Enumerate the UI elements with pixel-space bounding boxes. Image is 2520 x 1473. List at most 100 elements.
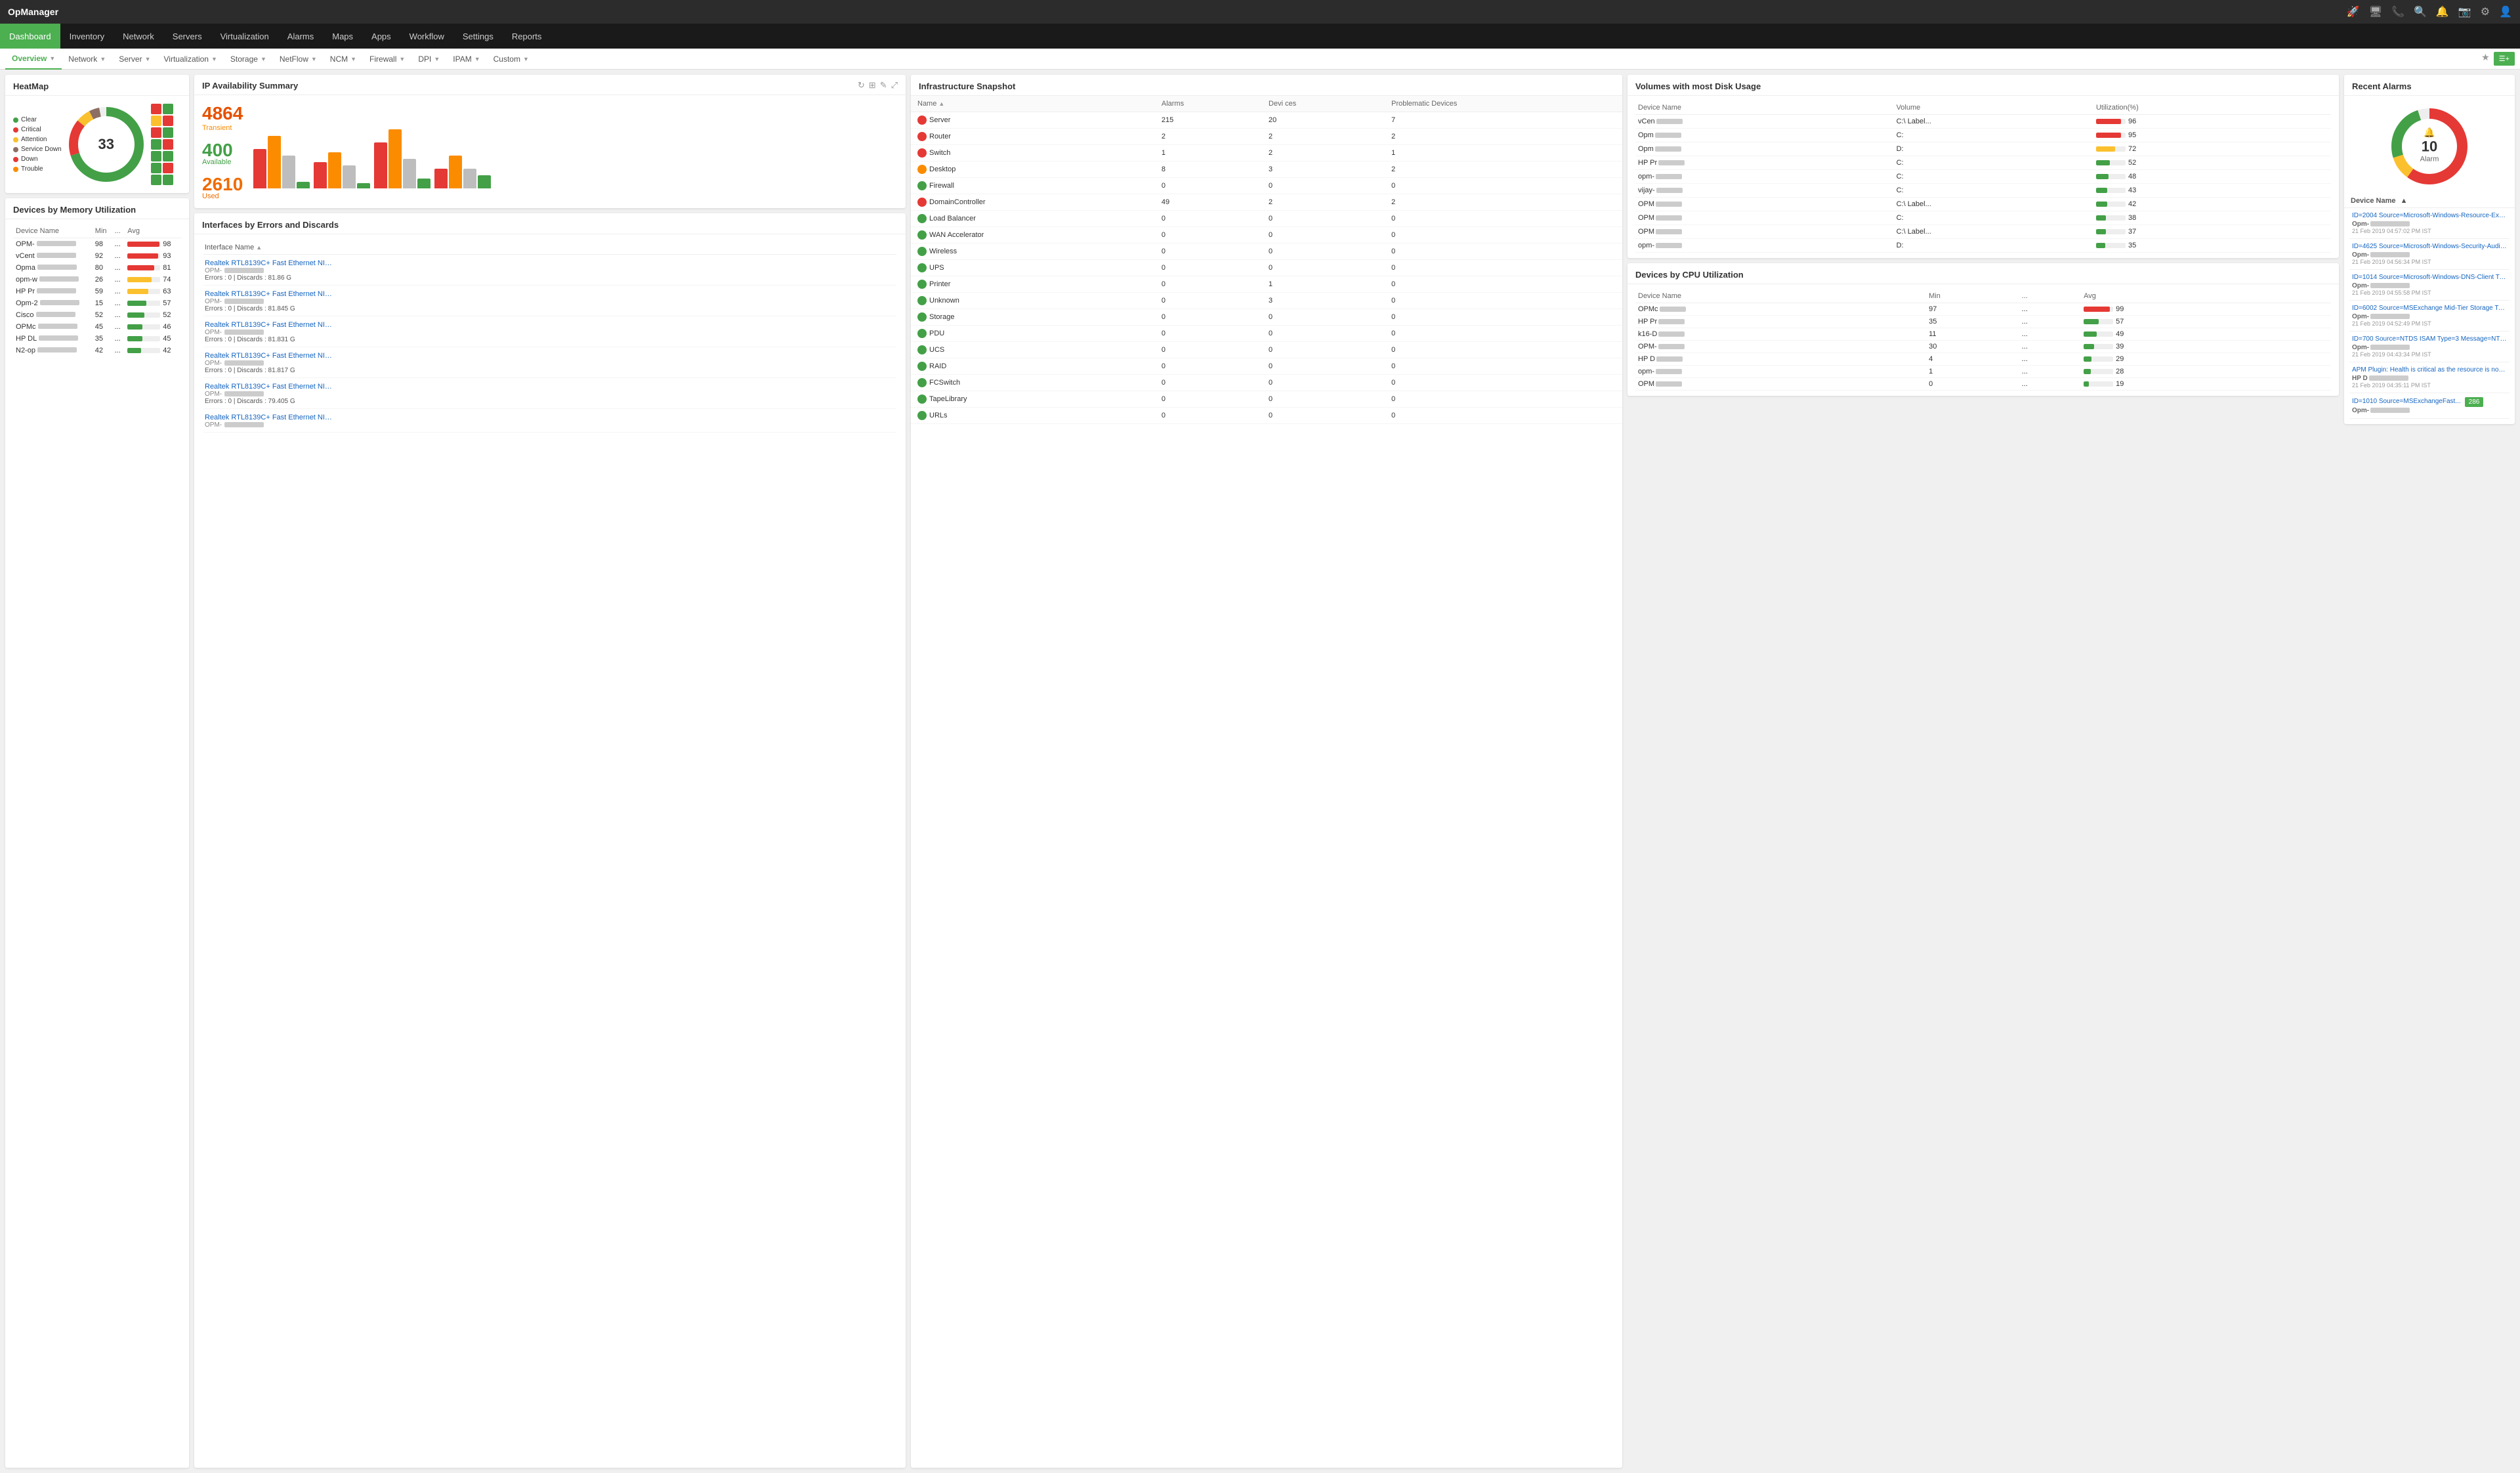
alarm-title[interactable]: ID=4625 Source=Microsoft-Windows-Securit…: [2352, 243, 2507, 250]
rocket-icon[interactable]: 🚀: [2347, 5, 2360, 18]
user-icon[interactable]: 👤: [2499, 5, 2512, 18]
subnav-netflow[interactable]: NetFlow ▼: [273, 49, 324, 70]
memory-table-row[interactable]: Opma 80 ... 81: [13, 262, 181, 274]
search-icon[interactable]: 🔍: [2414, 5, 2427, 18]
memory-table-row[interactable]: OPM- 98 ... 98: [13, 238, 181, 251]
settings-icon[interactable]: ⚙: [2481, 5, 2490, 18]
heatmap-cell[interactable]: [151, 175, 161, 185]
subnav-dpi[interactable]: DPI ▼: [411, 49, 446, 70]
memory-table-row[interactable]: vCent 92 ... 93: [13, 250, 181, 262]
alarm-title[interactable]: ID=1014 Source=Microsoft-Windows-DNS-Cli…: [2352, 274, 2507, 281]
cpu-table-row[interactable]: HP Pr 35 ... 57: [1635, 316, 2331, 328]
volumes-table-row[interactable]: vijay- C: 43: [1635, 184, 2331, 198]
subnav-overview[interactable]: Overview ▼: [5, 49, 62, 70]
cpu-table-row[interactable]: k16-D 11 ... 49: [1635, 328, 2331, 341]
memory-table-row[interactable]: Opm-2 15 ... 57: [13, 297, 181, 309]
infrastructure-table-row[interactable]: Storage 0 0 0: [911, 309, 1622, 326]
nav-workflow[interactable]: Workflow: [400, 24, 453, 49]
nav-inventory[interactable]: Inventory: [60, 24, 114, 49]
interface-name[interactable]: Realtek RTL8139C+ Fast Ethernet NIC #3-E…: [205, 383, 336, 391]
nav-virtualization[interactable]: Virtualization: [211, 24, 278, 49]
subnav-storage[interactable]: Storage ▼: [224, 49, 273, 70]
infrastructure-table-row[interactable]: Switch 1 2 1: [911, 145, 1622, 161]
alarm-title[interactable]: ID=2004 Source=Microsoft-Windows-Resourc…: [2352, 212, 2507, 219]
add-widget-button[interactable]: ☰+: [2494, 52, 2515, 66]
nav-maps[interactable]: Maps: [323, 24, 362, 49]
subnav-ncm[interactable]: NCM ▼: [324, 49, 363, 70]
interface-table-row[interactable]: Realtek RTL8139C+ Fast Ethernet NIC #3-W…: [203, 318, 896, 347]
infrastructure-table-row[interactable]: TapeLibrary 0 0 0: [911, 391, 1622, 408]
cpu-table-row[interactable]: OPM 0 ... 19: [1635, 378, 2331, 391]
infrastructure-table-row[interactable]: Wireless 0 0 0: [911, 244, 1622, 260]
infrastructure-table-row[interactable]: RAID 0 0 0: [911, 358, 1622, 375]
nav-dashboard[interactable]: Dashboard: [0, 24, 60, 49]
cpu-table-row[interactable]: OPM- 30 ... 39: [1635, 341, 2331, 353]
nav-alarms[interactable]: Alarms: [278, 24, 323, 49]
heatmap-cell[interactable]: [163, 163, 173, 173]
interface-table-row[interactable]: Realtek RTL8139C+ Fast Ethernet NIC #3-N…: [203, 256, 896, 286]
subnav-server[interactable]: Server ▼: [112, 49, 157, 70]
cpu-table-row[interactable]: OPMc 97 ... 99: [1635, 303, 2331, 316]
infrastructure-table-row[interactable]: Server 215 20 7: [911, 112, 1622, 129]
alarm-item[interactable]: ID=1010 Source=MSExchangeFast... 286 Opm…: [2349, 393, 2510, 419]
interface-name[interactable]: Realtek RTL8139C+ Fast Ethernet NIC #3-N…: [205, 259, 336, 267]
nav-servers[interactable]: Servers: [163, 24, 211, 49]
volumes-table-row[interactable]: Opm C: 95: [1635, 129, 2331, 142]
bell-icon[interactable]: 🔔: [2436, 5, 2449, 18]
subnav-firewall[interactable]: Firewall ▼: [363, 49, 411, 70]
volumes-table-row[interactable]: Opm D: 72: [1635, 142, 2331, 156]
heatmap-cell[interactable]: [151, 151, 161, 161]
heatmap-cell[interactable]: [163, 139, 173, 150]
heatmap-cell[interactable]: [163, 127, 173, 138]
infrastructure-table-row[interactable]: UCS 0 0 0: [911, 342, 1622, 358]
interface-table-row[interactable]: Realtek RTL8139C+ Fast Ethernet NIC #4-E…: [203, 410, 896, 433]
heatmap-cell[interactable]: [151, 163, 161, 173]
infrastructure-table-row[interactable]: WAN Accelerator 0 0 0: [911, 227, 1622, 244]
nav-reports[interactable]: Reports: [503, 24, 551, 49]
interface-name[interactable]: Realtek RTL8139C+ Fast Ethernet NIC #3-W…: [205, 352, 336, 360]
interface-table-row[interactable]: Realtek RTL8139C+ Fast Ethernet NIC #3-W…: [203, 349, 896, 378]
heatmap-cell[interactable]: [163, 175, 173, 185]
alarm-item[interactable]: APM Plugin: Health is critical as the re…: [2349, 362, 2510, 393]
cpu-table-row[interactable]: HP D 4 ... 29: [1635, 353, 2331, 366]
memory-table-row[interactable]: Cisco 52 ... 52: [13, 309, 181, 321]
subnav-network[interactable]: Network ▼: [62, 49, 112, 70]
alarm-title[interactable]: ID=700 Source=NTDS ISAM Type=3 Message=N…: [2352, 335, 2507, 343]
edit-icon[interactable]: ✎: [880, 80, 887, 91]
infrastructure-table-row[interactable]: Desktop 8 3 2: [911, 161, 1622, 178]
favorite-icon[interactable]: ★: [2481, 52, 2490, 66]
heatmap-cell[interactable]: [163, 151, 173, 161]
infrastructure-table-row[interactable]: DomainController 49 2 2: [911, 194, 1622, 211]
subnav-ipam[interactable]: IPAM ▼: [446, 49, 486, 70]
monitor-icon[interactable]: 🖥: [2369, 5, 2382, 18]
heatmap-cell[interactable]: [151, 104, 161, 114]
alarm-title[interactable]: APM Plugin: Health is critical as the re…: [2352, 366, 2507, 374]
alarm-item[interactable]: ID=4625 Source=Microsoft-Windows-Securit…: [2349, 239, 2510, 270]
infrastructure-table-row[interactable]: PDU 0 0 0: [911, 326, 1622, 342]
interface-table-row[interactable]: Realtek RTL8139C+ Fast Ethernet NIC #3-N…: [203, 287, 896, 316]
alarm-title[interactable]: ID=1010 Source=MSExchangeFast...: [2352, 398, 2461, 405]
subnav-custom[interactable]: Custom ▼: [487, 49, 536, 70]
refresh-icon[interactable]: ↻: [858, 80, 865, 91]
volumes-table-row[interactable]: HP Pr C: 52: [1635, 156, 2331, 170]
heatmap-cell[interactable]: [151, 127, 161, 138]
alarm-title[interactable]: ID=6002 Source=MSExchange Mid-Tier Stora…: [2352, 305, 2507, 312]
interface-table-row[interactable]: Realtek RTL8139C+ Fast Ethernet NIC #3-E…: [203, 379, 896, 409]
infrastructure-table-row[interactable]: Printer 0 1 0: [911, 276, 1622, 293]
memory-table-row[interactable]: OPMc 45 ... 46: [13, 321, 181, 333]
volumes-table-row[interactable]: OPM C: 38: [1635, 211, 2331, 225]
interface-name[interactable]: Realtek RTL8139C+ Fast Ethernet NIC #3-W…: [205, 321, 336, 329]
nav-network[interactable]: Network: [114, 24, 163, 49]
alarm-item[interactable]: ID=2004 Source=Microsoft-Windows-Resourc…: [2349, 208, 2510, 239]
infrastructure-table-row[interactable]: Router 2 2 2: [911, 129, 1622, 145]
volumes-table-row[interactable]: vCen C:\ Label... 96: [1635, 115, 2331, 129]
heatmap-cell[interactable]: [163, 116, 173, 126]
camera-icon[interactable]: 📷: [2458, 5, 2471, 18]
alarm-item[interactable]: ID=1014 Source=Microsoft-Windows-DNS-Cli…: [2349, 270, 2510, 301]
alarm-item[interactable]: ID=700 Source=NTDS ISAM Type=3 Message=N…: [2349, 331, 2510, 362]
expand-icon[interactable]: ⤢: [891, 80, 898, 91]
memory-table-row[interactable]: HP DL 35 ... 45: [13, 333, 181, 345]
infrastructure-table-row[interactable]: FCSwitch 0 0 0: [911, 375, 1622, 391]
alarm-item[interactable]: ID=6002 Source=MSExchange Mid-Tier Stora…: [2349, 301, 2510, 331]
infrastructure-table-row[interactable]: URLs 0 0 0: [911, 408, 1622, 424]
